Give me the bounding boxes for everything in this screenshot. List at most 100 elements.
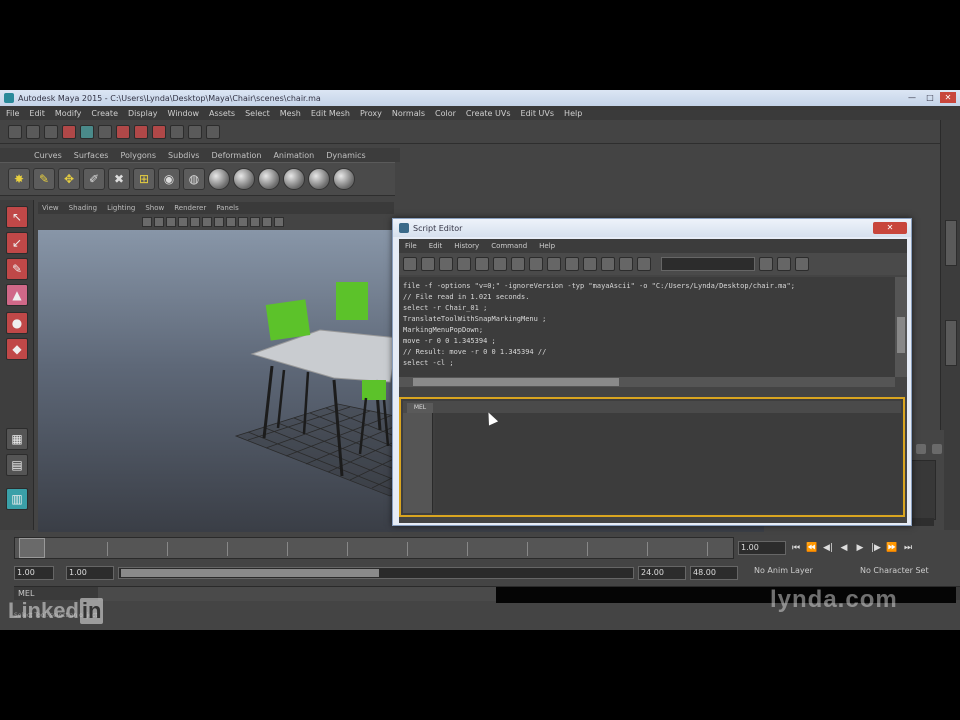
menu-modify[interactable]: Modify bbox=[55, 109, 82, 118]
step-forward-frame-icon[interactable]: |▶ bbox=[870, 543, 882, 553]
sphere-icon[interactable] bbox=[208, 168, 230, 190]
shelf-tab-deformation[interactable]: Deformation bbox=[211, 151, 261, 160]
xray-icon[interactable] bbox=[226, 217, 236, 227]
outliner-icon[interactable]: ▥ bbox=[6, 488, 28, 510]
select-object-icon[interactable] bbox=[80, 124, 94, 139]
search-prev-icon[interactable] bbox=[777, 257, 791, 271]
menu-create[interactable]: Create bbox=[91, 109, 118, 118]
menu-normals[interactable]: Normals bbox=[392, 109, 425, 118]
range-start-field[interactable]: 1.00 bbox=[14, 566, 54, 580]
step-back-key-icon[interactable]: ⏪ bbox=[806, 543, 818, 553]
grid-icon[interactable] bbox=[202, 217, 212, 227]
range-inner-end-field[interactable]: 24.00 bbox=[638, 566, 686, 580]
menu-select[interactable]: Select bbox=[245, 109, 270, 118]
snap-curve-icon[interactable] bbox=[134, 124, 148, 139]
viewport-menu-shading[interactable]: Shading bbox=[69, 204, 97, 212]
show-both-icon[interactable] bbox=[565, 257, 579, 271]
viewport-menu-renderer[interactable]: Renderer bbox=[174, 204, 206, 212]
script-editor-titlebar[interactable]: Script Editor ✕ bbox=[393, 219, 911, 237]
menu-display[interactable]: Display bbox=[128, 109, 158, 118]
se-menu-command[interactable]: Command bbox=[491, 242, 527, 250]
input-pane[interactable]: MEL bbox=[399, 397, 905, 517]
se-menu-edit[interactable]: Edit bbox=[429, 242, 443, 250]
source-script-icon[interactable] bbox=[421, 257, 435, 271]
anim-layer-dropdown[interactable]: No Anim Layer bbox=[754, 566, 813, 580]
sphere-icon[interactable] bbox=[283, 168, 305, 190]
menu-edit[interactable]: Edit bbox=[29, 109, 45, 118]
step-forward-key-icon[interactable]: ⏩ bbox=[886, 543, 898, 553]
new-scene-icon[interactable] bbox=[8, 124, 22, 139]
snap-icon[interactable]: ⊞ bbox=[133, 168, 155, 190]
close-button[interactable]: ✕ bbox=[940, 92, 956, 103]
paint-icon[interactable]: ✐ bbox=[83, 168, 105, 190]
step-back-frame-icon[interactable]: ◀| bbox=[822, 543, 834, 553]
shelf-tab-animation[interactable]: Animation bbox=[273, 151, 314, 160]
code-input-area[interactable] bbox=[435, 413, 901, 513]
time-slider[interactable] bbox=[14, 537, 734, 559]
se-menu-help[interactable]: Help bbox=[539, 242, 555, 250]
viewport-menu-view[interactable]: View bbox=[42, 204, 59, 212]
textured-icon[interactable] bbox=[166, 217, 176, 227]
clear-all-icon[interactable] bbox=[511, 257, 525, 271]
shelf-tab-surfaces[interactable]: Surfaces bbox=[74, 151, 109, 160]
menu-mesh[interactable]: Mesh bbox=[280, 109, 301, 118]
viewport-menu-lighting[interactable]: Lighting bbox=[107, 204, 135, 212]
play-forward-icon[interactable]: ▶ bbox=[854, 543, 866, 553]
range-inner-start-field[interactable]: 1.00 bbox=[66, 566, 114, 580]
lasso-tool-icon[interactable]: ↙ bbox=[6, 232, 28, 254]
save-scene-icon[interactable] bbox=[44, 124, 58, 139]
range-slider[interactable] bbox=[118, 567, 634, 579]
sphere-icon[interactable] bbox=[308, 168, 330, 190]
move-icon[interactable]: ✥ bbox=[58, 168, 80, 190]
open-script-icon[interactable] bbox=[403, 257, 417, 271]
play-backward-icon[interactable]: ◀ bbox=[838, 543, 850, 553]
go-to-end-icon[interactable]: ⏭ bbox=[902, 543, 914, 553]
star-icon[interactable]: ✸ bbox=[8, 168, 30, 190]
channel-box-tab[interactable] bbox=[945, 220, 957, 266]
move-down-icon[interactable] bbox=[916, 444, 926, 454]
shelf-tab-dynamics[interactable]: Dynamics bbox=[326, 151, 365, 160]
history-hscroll-thumb[interactable] bbox=[413, 378, 619, 386]
menu-assets[interactable]: Assets bbox=[209, 109, 235, 118]
clear-input-icon[interactable] bbox=[493, 257, 507, 271]
menu-help[interactable]: Help bbox=[564, 109, 582, 118]
se-menu-history[interactable]: History bbox=[454, 242, 479, 250]
snap-point-icon[interactable] bbox=[152, 124, 166, 139]
maximize-button[interactable]: □ bbox=[922, 92, 938, 103]
history-hscrollbar[interactable] bbox=[399, 377, 895, 387]
sphere-icon[interactable] bbox=[233, 168, 255, 190]
menu-proxy[interactable]: Proxy bbox=[360, 109, 382, 118]
layout-four-icon[interactable]: ▤ bbox=[6, 454, 28, 476]
options-icon[interactable] bbox=[795, 257, 809, 271]
wireframe-icon[interactable] bbox=[142, 217, 152, 227]
camera-icon[interactable]: ◉ bbox=[158, 168, 180, 190]
select-tool-icon[interactable]: ↖ bbox=[6, 206, 28, 228]
range-end-field[interactable]: 48.00 bbox=[690, 566, 738, 580]
clear-history-icon[interactable] bbox=[475, 257, 489, 271]
menu-window[interactable]: Window bbox=[168, 109, 200, 118]
command-input[interactable] bbox=[98, 587, 498, 601]
history-vscrollbar[interactable] bbox=[895, 277, 907, 377]
hud-icon[interactable] bbox=[274, 217, 284, 227]
x-icon[interactable]: ✖ bbox=[108, 168, 130, 190]
command-line-label[interactable]: MEL bbox=[18, 589, 34, 598]
layout-single-icon[interactable]: ▦ bbox=[6, 428, 28, 450]
save-script-icon[interactable] bbox=[439, 257, 453, 271]
camera-attr-icon[interactable] bbox=[262, 217, 272, 227]
sphere-icon[interactable] bbox=[258, 168, 280, 190]
execute-selected-icon[interactable] bbox=[637, 257, 651, 271]
move-tool-icon[interactable]: ▲ bbox=[6, 284, 28, 306]
scale-tool-icon[interactable]: ◆ bbox=[6, 338, 28, 360]
pane-splitter[interactable] bbox=[399, 387, 907, 397]
select-component-icon[interactable] bbox=[98, 124, 112, 139]
show-history-icon[interactable] bbox=[529, 257, 543, 271]
current-frame-field[interactable]: 1.00 bbox=[738, 541, 786, 555]
isolate-icon[interactable] bbox=[214, 217, 224, 227]
layer-options-icon[interactable] bbox=[932, 444, 942, 454]
construction-history-icon[interactable] bbox=[170, 124, 184, 139]
snap-grid-icon[interactable] bbox=[116, 124, 130, 139]
echo-commands-icon[interactable] bbox=[583, 257, 597, 271]
rotate-tool-icon[interactable]: ● bbox=[6, 312, 28, 334]
menu-color[interactable]: Color bbox=[435, 109, 456, 118]
menu-edit-uvs[interactable]: Edit UVs bbox=[521, 109, 555, 118]
